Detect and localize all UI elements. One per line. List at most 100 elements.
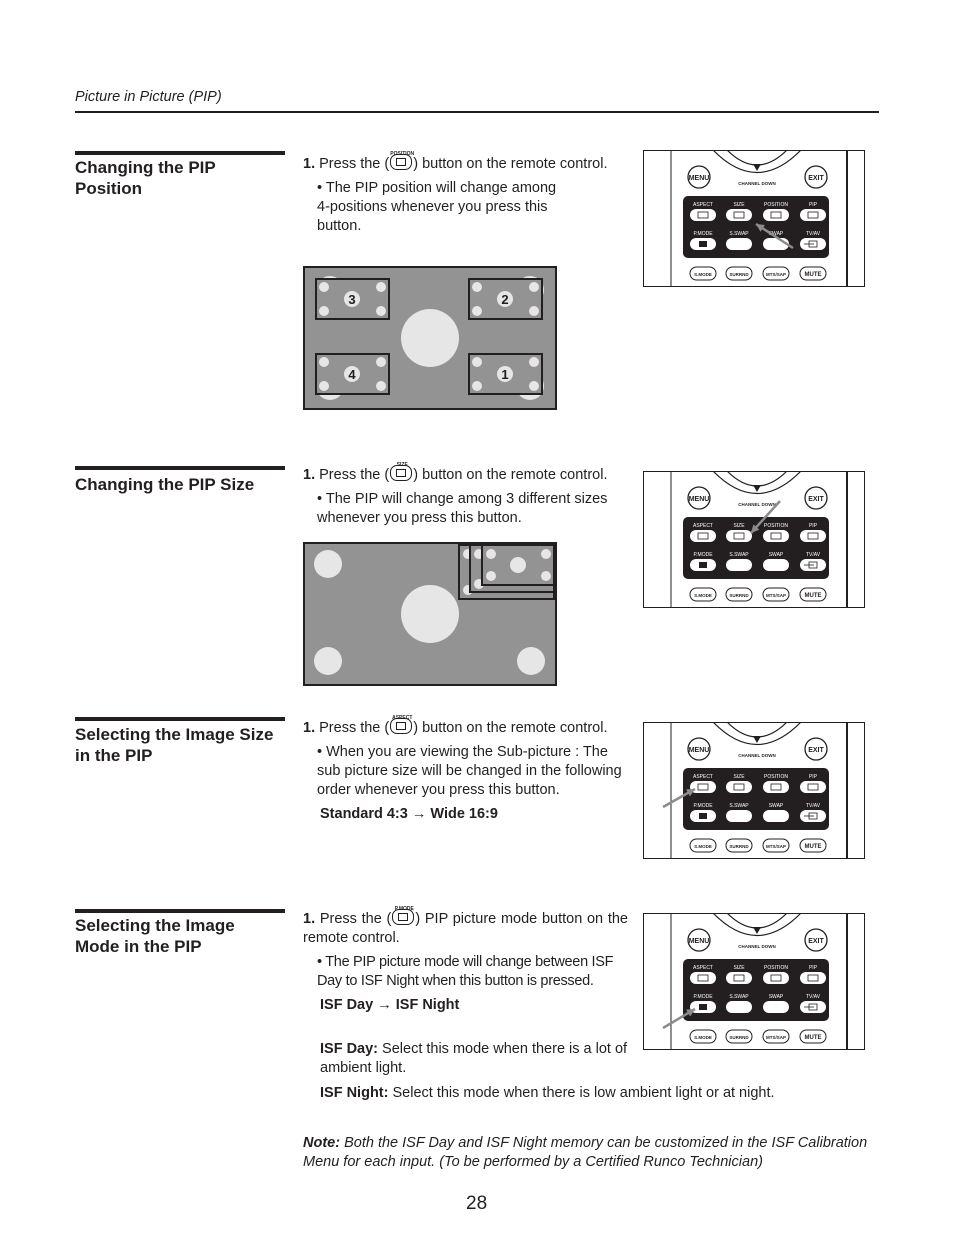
row1-label: PIP [809,523,818,529]
mtssap-button: MTS/SAP [762,838,790,853]
row1-label: ASPECT [693,523,713,529]
mtssap-button: MTS/SAP [762,1029,790,1044]
row3-label: S.MODE [694,593,712,598]
row1-label: ASPECT [693,965,713,971]
step-number: 1. [303,911,316,927]
section-title-pip-size: Changing the PIP Size [75,475,255,494]
row2-label: TV/AV [806,552,821,558]
row2-label: S.SWAP [729,994,749,1000]
row1-label: SIZE [733,523,745,529]
tvav-button [800,810,826,822]
row2-label: S.SWAP [729,231,749,237]
bullet-text: • The PIP will change among 3 different … [317,491,608,526]
position-button [763,209,789,221]
remote-illustration: CHANNEL DOWN MENU EXIT ASPECT SIZE POSITION PI… [643,470,865,608]
row2-label: SWAP [769,994,784,1000]
aspect-button [690,209,716,221]
term: ISF Night: [320,1085,389,1101]
aspect-button [690,972,716,984]
step-number: 1. [303,467,316,483]
pip-position-label: 1 [501,367,508,382]
step-text: Press the ( [319,156,390,172]
section-title-pip-position: Changing the PIP Position [75,158,216,198]
center-circle [401,585,459,643]
tvav-button [800,1001,826,1013]
row2-label: P.MODE [693,803,713,809]
step-text: ) button on the remote control. [413,156,608,172]
note-label: Note: [303,1135,341,1151]
position-button [763,781,789,793]
row3-label: MTS/SAP [766,1035,786,1040]
isf-night-definition: ISF Night: Select this mode when there i… [320,1084,880,1103]
exit-button: EXIT [804,928,828,952]
swap-button [763,559,789,571]
menu-label: MENU [689,175,710,182]
menu-button: MENU [687,165,711,189]
bullet-text: • The PIP picture mode will change betwe… [317,954,614,989]
pip-button [800,530,826,542]
exit-label: EXIT [808,938,824,945]
term: ISF Day: [320,1041,379,1057]
row1-label: ASPECT [693,202,713,208]
step-text: ) button on the remote control. [413,467,608,483]
step-number: 1. [303,720,316,736]
row2-label: P.MODE [693,994,713,1000]
channel-down-label: CHANNEL DOWN [738,502,775,507]
aspect-button-icon: ASPECT [390,715,412,734]
size-button [726,781,752,793]
row3-label: MUTE [805,1035,822,1041]
pip-button [800,209,826,221]
row3-label: MTS/SAP [766,844,786,849]
section-title-image-mode: Selecting the Image Mode in the PIP [75,916,235,956]
aspect-button [690,530,716,542]
pip-position-box-4: 4 [315,353,390,395]
mute-button: MUTE [799,587,827,602]
position-button-icon: POSITION [390,151,414,170]
row1-label: SIZE [733,965,745,971]
remote-illustration: CHANNEL DOWN MENU EXIT ASPECT SIZE POSITION PI… [643,149,865,287]
step-1: 1. Press the (SIZE) button on the remote… [303,462,608,485]
definition: Select this mode when there is low ambie… [388,1085,775,1101]
step-text: ) button on the remote control. [413,720,608,736]
step-text: Press the ( [319,467,390,483]
sswap-button [726,810,752,822]
row1-label: SIZE [733,202,745,208]
row2-label: TV/AV [806,803,821,809]
pip-position-label: 3 [348,292,355,307]
row2-label: S.SWAP [729,803,749,809]
step-text: Press the ( [319,720,390,736]
row1-label: POSITION [764,523,788,529]
row3-label: SURRND [729,593,749,598]
remote-illustration: CHANNEL DOWN MENU EXIT ASPECT SIZE POSITION PI… [643,721,865,859]
pip-position-label: 2 [501,292,508,307]
row1-label: POSITION [764,965,788,971]
section-rule [75,717,285,721]
aspect-button [690,781,716,793]
glyph [396,158,407,166]
swap-button [763,1001,789,1013]
row3-label: S.MODE [694,272,712,277]
row3-label: MTS/SAP [766,272,786,277]
running-header: Picture in Picture (PIP) [75,89,222,105]
isf-day-definition: ISF Day: Select this mode when there is … [320,1040,630,1078]
surrnd-button: SURRND [725,838,753,853]
row1-label: ASPECT [693,774,713,780]
aspect-sequence: Standard 4:3 → Wide 16:9 [320,806,498,822]
row3-label: SURRND [729,272,749,277]
step-1: 1. Press the (ASPECT) button on the remo… [303,715,608,738]
pip-button [800,781,826,793]
pip-position-box-1: 1 [468,353,543,395]
mode-sequence: ISF Day → ISF Night [320,997,460,1013]
row3-label: SURRND [729,1035,749,1040]
smode-button: S.MODE [689,1029,717,1044]
exit-button: EXIT [804,165,828,189]
exit-button: EXIT [804,737,828,761]
menu-button: MENU [687,737,711,761]
glyph [398,913,409,921]
bullet-text: • The PIP position will change among 4-p… [317,180,557,234]
position-button [763,530,789,542]
note: Note: Both the ISF Day and ISF Night mem… [303,1134,893,1172]
exit-button: EXIT [804,486,828,510]
header-rule [75,111,879,113]
row1-label: PIP [809,774,818,780]
